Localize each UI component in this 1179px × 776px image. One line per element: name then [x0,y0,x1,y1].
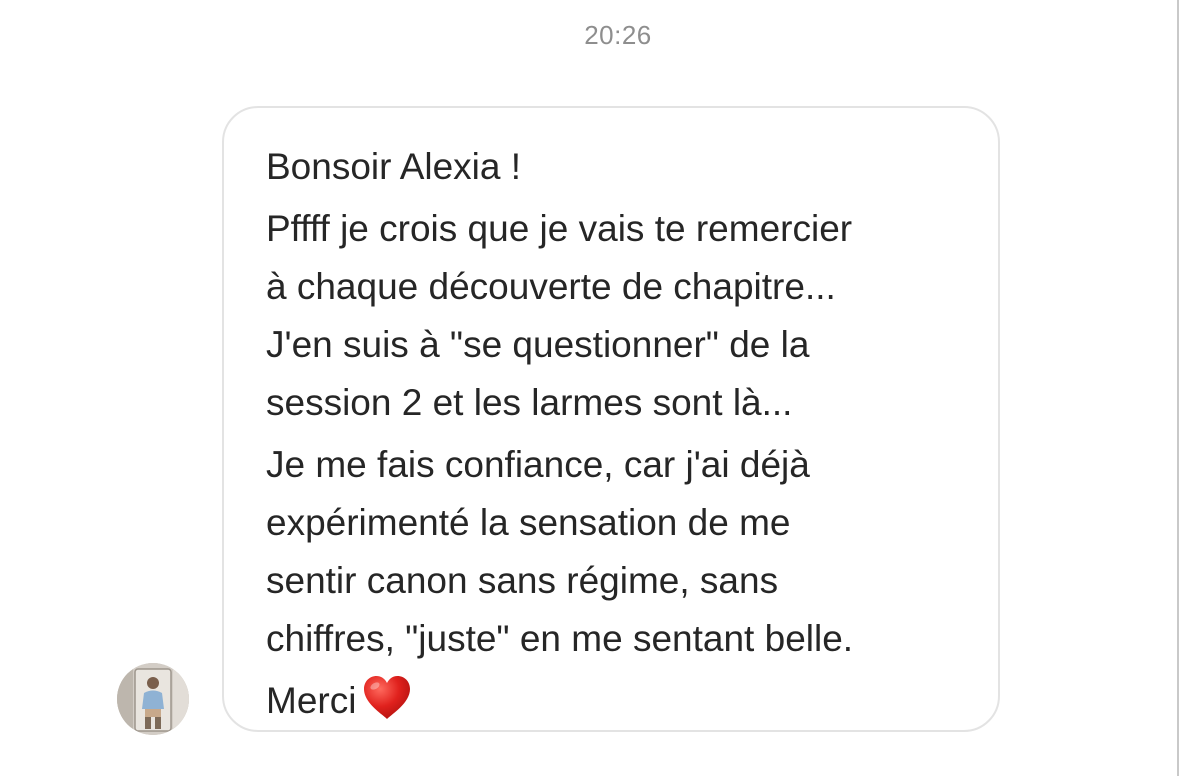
red-heart-icon [364,676,411,719]
message-timestamp: 20:26 [584,20,652,50]
message-bubble[interactable]: Bonsoir Alexia ! Pffff je crois que je v… [222,106,1000,732]
message-closing: Merci [266,672,986,730]
sender-avatar[interactable] [117,663,189,735]
message-text: Bonsoir Alexia ! Pffff je crois que je v… [266,138,986,730]
profile-photo-icon [117,663,189,735]
message-greeting: Bonsoir Alexia ! [266,146,522,187]
message-paragraph: Je me fais confiance, car j'ai déjà expé… [266,444,854,659]
message-closing-text: Merci [266,680,357,721]
message-paragraph: Pffff je crois que je vais te remercier … [266,208,853,423]
